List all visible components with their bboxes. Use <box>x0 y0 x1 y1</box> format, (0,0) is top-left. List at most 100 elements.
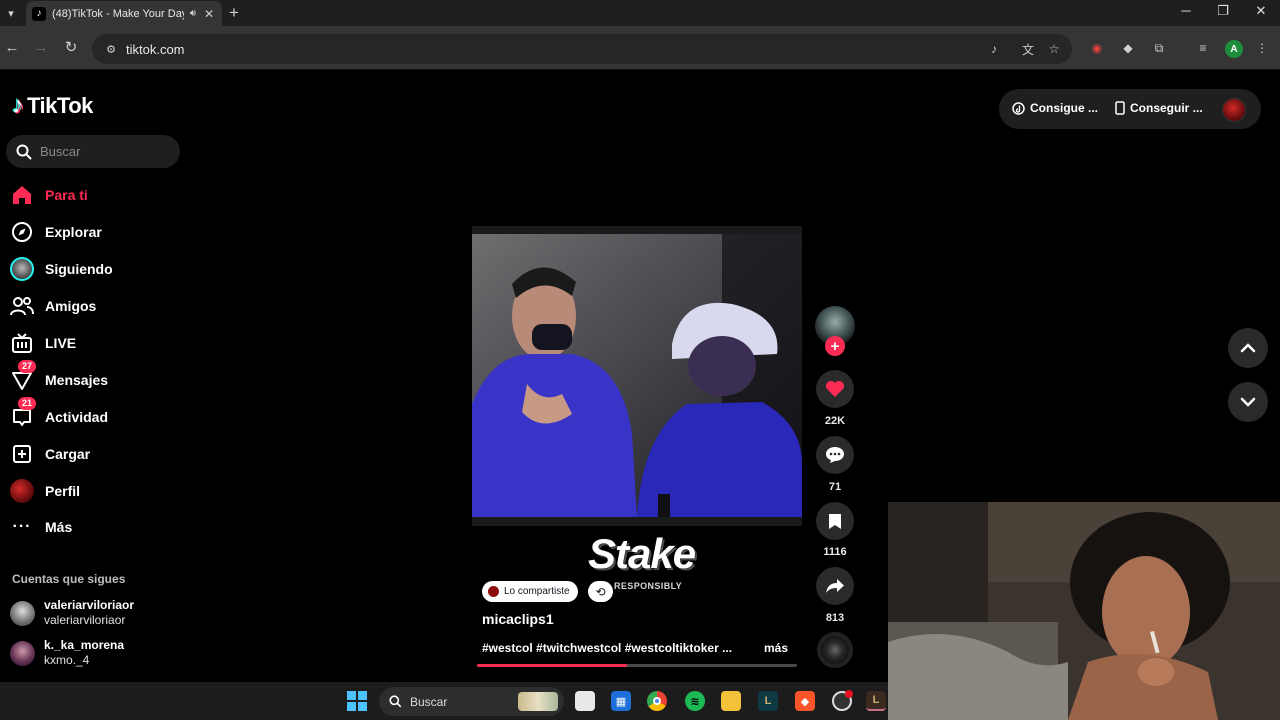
league-game-icon[interactable]: L <box>866 691 886 711</box>
friends-icon <box>10 294 34 318</box>
windows-start-icon[interactable] <box>347 691 367 711</box>
tab-close-icon[interactable]: ✕ <box>202 7 216 21</box>
shared-status-chip[interactable]: Lo compartiste <box>482 581 578 602</box>
bookmark-star-icon[interactable]: ☆ <box>1046 41 1062 57</box>
tiktok-favicon-icon: ♪ <box>32 6 46 21</box>
sidebar-item-live[interactable]: LIVE <box>10 329 76 357</box>
video-hashtags[interactable]: #westcol #twitchwestcol #westcoltiktoker… <box>482 641 732 655</box>
search-input[interactable]: Buscar <box>6 135 180 168</box>
sidebar-item-cargar[interactable]: Cargar <box>10 440 90 468</box>
following-account-item[interactable]: valeriarviloriaor valeriarviloriaor <box>10 598 134 628</box>
following-account-handle: kxmo._4 <box>44 653 90 667</box>
messages-badge: 27 <box>18 360 37 373</box>
video-progress-bar[interactable] <box>477 664 797 667</box>
avatar <box>10 640 35 666</box>
url-text[interactable]: tiktok.com <box>126 42 185 57</box>
file-explorer-icon[interactable] <box>721 691 741 711</box>
sidebar-item-actividad[interactable]: 21 Actividad <box>10 397 109 431</box>
sidebar-item-label: LIVE <box>45 335 77 351</box>
tiktok-logo[interactable]: ♪ TikTok <box>12 92 93 120</box>
address-bar[interactable]: ⚙︎ tiktok.com ♪ 文 ☆ <box>92 34 1072 64</box>
video-thumbnail[interactable] <box>472 234 802 517</box>
save-button[interactable] <box>816 502 854 540</box>
more-description-button[interactable]: más <box>764 641 788 655</box>
messages-icon: 27 <box>10 360 37 392</box>
comment-icon <box>826 447 844 463</box>
video-scene-image <box>472 234 802 517</box>
browser-menu-icon[interactable]: ⋮ <box>1254 40 1270 56</box>
extension-diamond-icon[interactable]: ◆ <box>1120 40 1136 56</box>
tiktok-note-icon: ♪ <box>12 92 24 119</box>
save-count: 1116 <box>823 546 847 558</box>
sidebar-item-siguiendo[interactable]: Siguiendo <box>10 255 113 283</box>
get-coins-button[interactable]: Consigue ... <box>1012 101 1098 115</box>
sidebar-item-mas[interactable]: ··· Más <box>10 513 73 541</box>
window-restore-button[interactable]: ❐ <box>1211 3 1235 19</box>
comment-button[interactable] <box>816 436 854 474</box>
sidebar-item-label: Perfil <box>45 483 81 499</box>
microsoft-store-icon[interactable]: ▦ <box>611 691 631 711</box>
coin-icon <box>1012 101 1025 115</box>
chrome-icon[interactable] <box>647 691 667 711</box>
top-actions-bar: Consigue ... Conseguir ... <box>999 89 1261 129</box>
following-account-item[interactable]: k._ka_morena kxmo._4 <box>10 638 124 668</box>
window-minimize-button[interactable]: ─ <box>1174 3 1198 18</box>
heart-icon <box>826 381 844 397</box>
app-notification-icon[interactable] <box>832 690 853 711</box>
tab-search-chevron-icon[interactable]: ▾ <box>2 4 20 22</box>
sidebar-item-perfil[interactable]: Perfil <box>10 477 80 505</box>
comment-count: 71 <box>828 481 842 493</box>
chevron-down-icon <box>1240 397 1256 407</box>
media-controls-icon[interactable]: ≡ <box>1195 40 1211 56</box>
sidebar-item-amigos[interactable]: Amigos <box>10 292 96 320</box>
sidebar-item-label: Actividad <box>45 409 109 425</box>
share-count: 813 <box>825 612 845 624</box>
window-close-button[interactable]: ✕ <box>1249 3 1273 19</box>
home-icon <box>10 183 34 207</box>
repost-icon[interactable]: ⟲ <box>588 581 613 602</box>
extension-red-icon[interactable]: ◉ <box>1089 40 1105 56</box>
get-app-label: Conseguir ... <box>1130 101 1203 115</box>
music-disc-icon[interactable] <box>817 632 853 668</box>
get-app-button[interactable]: Conseguir ... <box>1115 101 1203 115</box>
league-client-icon[interactable]: L <box>758 691 778 711</box>
activity-badge: 21 <box>18 397 37 410</box>
next-video-button[interactable] <box>1228 382 1268 422</box>
taskbar-search[interactable]: Buscar <box>379 687 564 716</box>
browser-profile-avatar[interactable]: A <box>1225 40 1243 58</box>
reload-icon[interactable]: ↻ <box>61 38 81 58</box>
webcam-feed-image <box>888 502 1280 720</box>
live-tv-icon <box>10 331 34 355</box>
logo-text: TikTok <box>27 93 93 118</box>
sidebar-item-label: Amigos <box>45 298 97 314</box>
share-button[interactable] <box>816 567 854 605</box>
avatar <box>488 586 499 597</box>
brave-browser-icon[interactable]: ◆ <box>795 691 815 711</box>
extensions-puzzle-icon[interactable]: ⧉ <box>1151 40 1167 56</box>
tiktok-extension-icon[interactable]: ♪ <box>986 41 1002 57</box>
sidebar-item-mensajes[interactable]: 27 Mensajes <box>10 360 108 394</box>
site-info-icon[interactable]: ⚙︎ <box>102 40 120 58</box>
forward-arrow-icon[interactable]: → <box>31 38 51 58</box>
follow-plus-icon[interactable]: + <box>825 336 845 356</box>
back-arrow-icon[interactable]: ← <box>2 38 22 58</box>
tab-audio-playing-icon[interactable]: 🔊︎ <box>190 8 196 19</box>
shared-status-label: Lo compartiste <box>504 586 570 597</box>
sidebar-item-label: Cargar <box>45 446 91 462</box>
sidebar-item-para-ti[interactable]: Para ti <box>10 181 88 209</box>
following-avatar-icon <box>10 257 34 281</box>
translate-icon[interactable]: 文 <box>1020 41 1036 57</box>
previous-video-button[interactable] <box>1228 328 1268 368</box>
sidebar-item-label: Siguiendo <box>45 261 113 277</box>
new-tab-button[interactable]: + <box>229 3 239 23</box>
browser-tab-tiktok[interactable]: ♪ (48)TikTok - Make Your Day 🔊︎ ✕ <box>26 1 222 26</box>
user-avatar[interactable] <box>1222 98 1246 122</box>
spotify-icon[interactable]: ≋ <box>685 691 705 711</box>
video-author[interactable]: micaclips1 <box>482 611 554 627</box>
tab-title: (48)TikTok - Make Your Day <box>52 7 184 20</box>
like-button[interactable] <box>816 370 854 408</box>
task-view-icon[interactable] <box>575 691 595 711</box>
chevron-up-icon <box>1240 343 1256 353</box>
sidebar-item-explorar[interactable]: Explorar <box>10 218 102 246</box>
search-icon <box>16 144 32 159</box>
